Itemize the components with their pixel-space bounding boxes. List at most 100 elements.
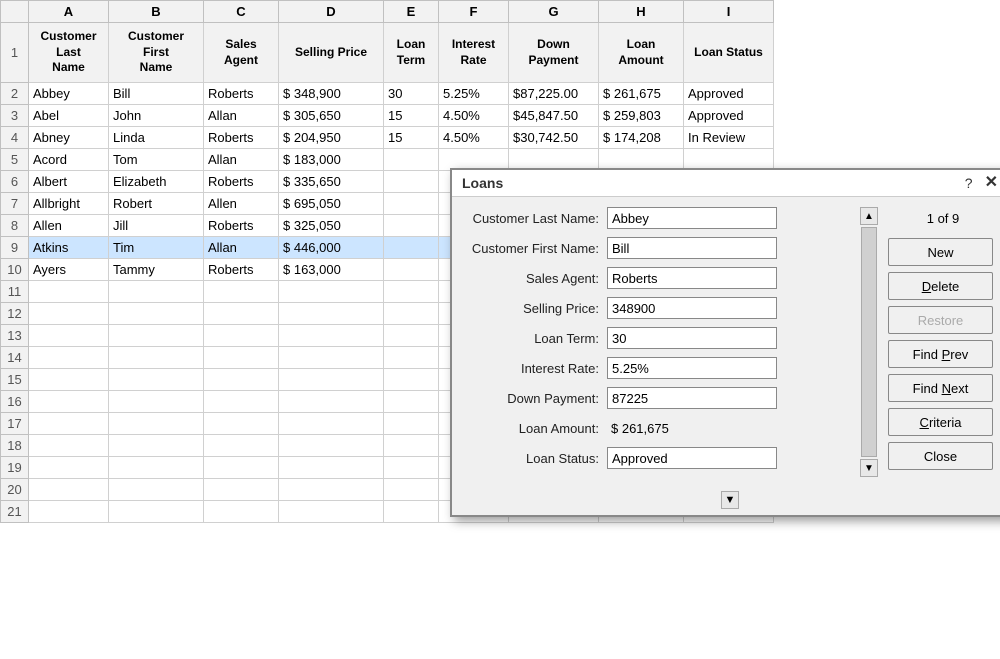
cell-C[interactable] (204, 391, 279, 413)
cell-C[interactable]: Roberts (204, 83, 279, 105)
col-letter-E[interactable]: E (384, 1, 439, 23)
cell-E[interactable] (384, 281, 439, 303)
cell-B[interactable] (109, 281, 204, 303)
cell-C[interactable] (204, 281, 279, 303)
delete-button[interactable]: Delete (888, 272, 993, 300)
cell-D[interactable] (279, 347, 384, 369)
cell-A[interactable] (29, 435, 109, 457)
cell-B[interactable]: Tom (109, 149, 204, 171)
cell-D[interactable]: $ 325,050 (279, 215, 384, 237)
cell-E[interactable]: 15 (384, 127, 439, 149)
cell-C[interactable]: Roberts (204, 127, 279, 149)
cell-E[interactable] (384, 457, 439, 479)
selling-price-input[interactable] (607, 297, 777, 319)
cell-D[interactable] (279, 501, 384, 523)
cell-B[interactable] (109, 435, 204, 457)
table-row[interactable]: 4AbneyLindaRoberts$ 204,950154.50%$30,74… (1, 127, 774, 149)
cell-B[interactable]: Tim (109, 237, 204, 259)
cell-C[interactable] (204, 435, 279, 457)
cell-B[interactable]: Bill (109, 83, 204, 105)
table-row[interactable]: 2AbbeyBillRoberts$ 348,900305.25%$87,225… (1, 83, 774, 105)
cell-F[interactable]: 4.50% (439, 105, 509, 127)
cell-A[interactable] (29, 413, 109, 435)
cell-D[interactable] (279, 281, 384, 303)
loan-status-input[interactable] (607, 447, 777, 469)
cell-E[interactable] (384, 413, 439, 435)
cell-C[interactable]: Roberts (204, 215, 279, 237)
col-letter-D[interactable]: D (279, 1, 384, 23)
col-letter-A[interactable]: A (29, 1, 109, 23)
cell-E[interactable] (384, 171, 439, 193)
cell-E[interactable] (384, 259, 439, 281)
cell-A[interactable]: Abney (29, 127, 109, 149)
cell-B[interactable]: Jill (109, 215, 204, 237)
col-letter-B[interactable]: B (109, 1, 204, 23)
scroll-up-button[interactable]: ▲ (860, 207, 878, 225)
cell-C[interactable] (204, 413, 279, 435)
cell-I[interactable]: Approved (684, 105, 774, 127)
sales-agent-input[interactable] (607, 267, 777, 289)
cell-C[interactable] (204, 479, 279, 501)
cell-H[interactable]: $ 259,803 (599, 105, 684, 127)
col-letter-I[interactable]: I (684, 1, 774, 23)
interest-rate-input[interactable] (607, 357, 777, 379)
cell-D[interactable]: $ 335,650 (279, 171, 384, 193)
cell-A[interactable] (29, 457, 109, 479)
cell-E[interactable] (384, 325, 439, 347)
customer-last-name-input[interactable] (607, 207, 777, 229)
cell-B[interactable] (109, 501, 204, 523)
cell-C[interactable] (204, 303, 279, 325)
cell-G[interactable]: $87,225.00 (509, 83, 599, 105)
cell-B[interactable]: Tammy (109, 259, 204, 281)
scroll-track[interactable] (861, 227, 877, 457)
cell-D[interactable] (279, 413, 384, 435)
cell-A[interactable] (29, 369, 109, 391)
cell-A[interactable]: Atkins (29, 237, 109, 259)
cell-A[interactable]: Abel (29, 105, 109, 127)
cell-E[interactable] (384, 303, 439, 325)
close-button[interactable]: Close (888, 442, 993, 470)
restore-button[interactable]: Restore (888, 306, 993, 334)
loan-term-input[interactable] (607, 327, 777, 349)
cell-D[interactable] (279, 457, 384, 479)
cell-E[interactable]: 15 (384, 105, 439, 127)
cell-A[interactable]: Ayers (29, 259, 109, 281)
cell-I[interactable]: In Review (684, 127, 774, 149)
cell-B[interactable] (109, 391, 204, 413)
cell-B[interactable] (109, 325, 204, 347)
nav-down-button[interactable]: ▼ (721, 491, 739, 509)
criteria-button[interactable]: Criteria (888, 408, 993, 436)
cell-E[interactable] (384, 149, 439, 171)
cell-E[interactable] (384, 193, 439, 215)
down-payment-input[interactable] (607, 387, 777, 409)
cell-B[interactable] (109, 369, 204, 391)
cell-E[interactable] (384, 501, 439, 523)
cell-B[interactable]: John (109, 105, 204, 127)
cell-D[interactable]: $ 695,050 (279, 193, 384, 215)
col-letter-C[interactable]: C (204, 1, 279, 23)
cell-D[interactable]: $ 183,000 (279, 149, 384, 171)
cell-A[interactable] (29, 501, 109, 523)
cell-A[interactable] (29, 391, 109, 413)
cell-F[interactable]: 4.50% (439, 127, 509, 149)
cell-E[interactable] (384, 215, 439, 237)
cell-E[interactable]: 30 (384, 83, 439, 105)
cell-A[interactable] (29, 347, 109, 369)
cell-B[interactable]: Linda (109, 127, 204, 149)
cell-A[interactable]: Acord (29, 149, 109, 171)
cell-B[interactable] (109, 413, 204, 435)
cell-A[interactable]: Abbey (29, 83, 109, 105)
find-next-button[interactable]: Find Next (888, 374, 993, 402)
cell-C[interactable] (204, 347, 279, 369)
cell-B[interactable] (109, 347, 204, 369)
table-row[interactable]: 3AbelJohnAllan$ 305,650154.50%$45,847.50… (1, 105, 774, 127)
cell-C[interactable] (204, 457, 279, 479)
find-prev-button[interactable]: Find Prev (888, 340, 993, 368)
cell-B[interactable]: Elizabeth (109, 171, 204, 193)
cell-E[interactable] (384, 347, 439, 369)
new-button[interactable]: New (888, 238, 993, 266)
cell-A[interactable] (29, 479, 109, 501)
cell-C[interactable] (204, 369, 279, 391)
cell-C[interactable]: Allan (204, 237, 279, 259)
cell-D[interactable]: $ 446,000 (279, 237, 384, 259)
